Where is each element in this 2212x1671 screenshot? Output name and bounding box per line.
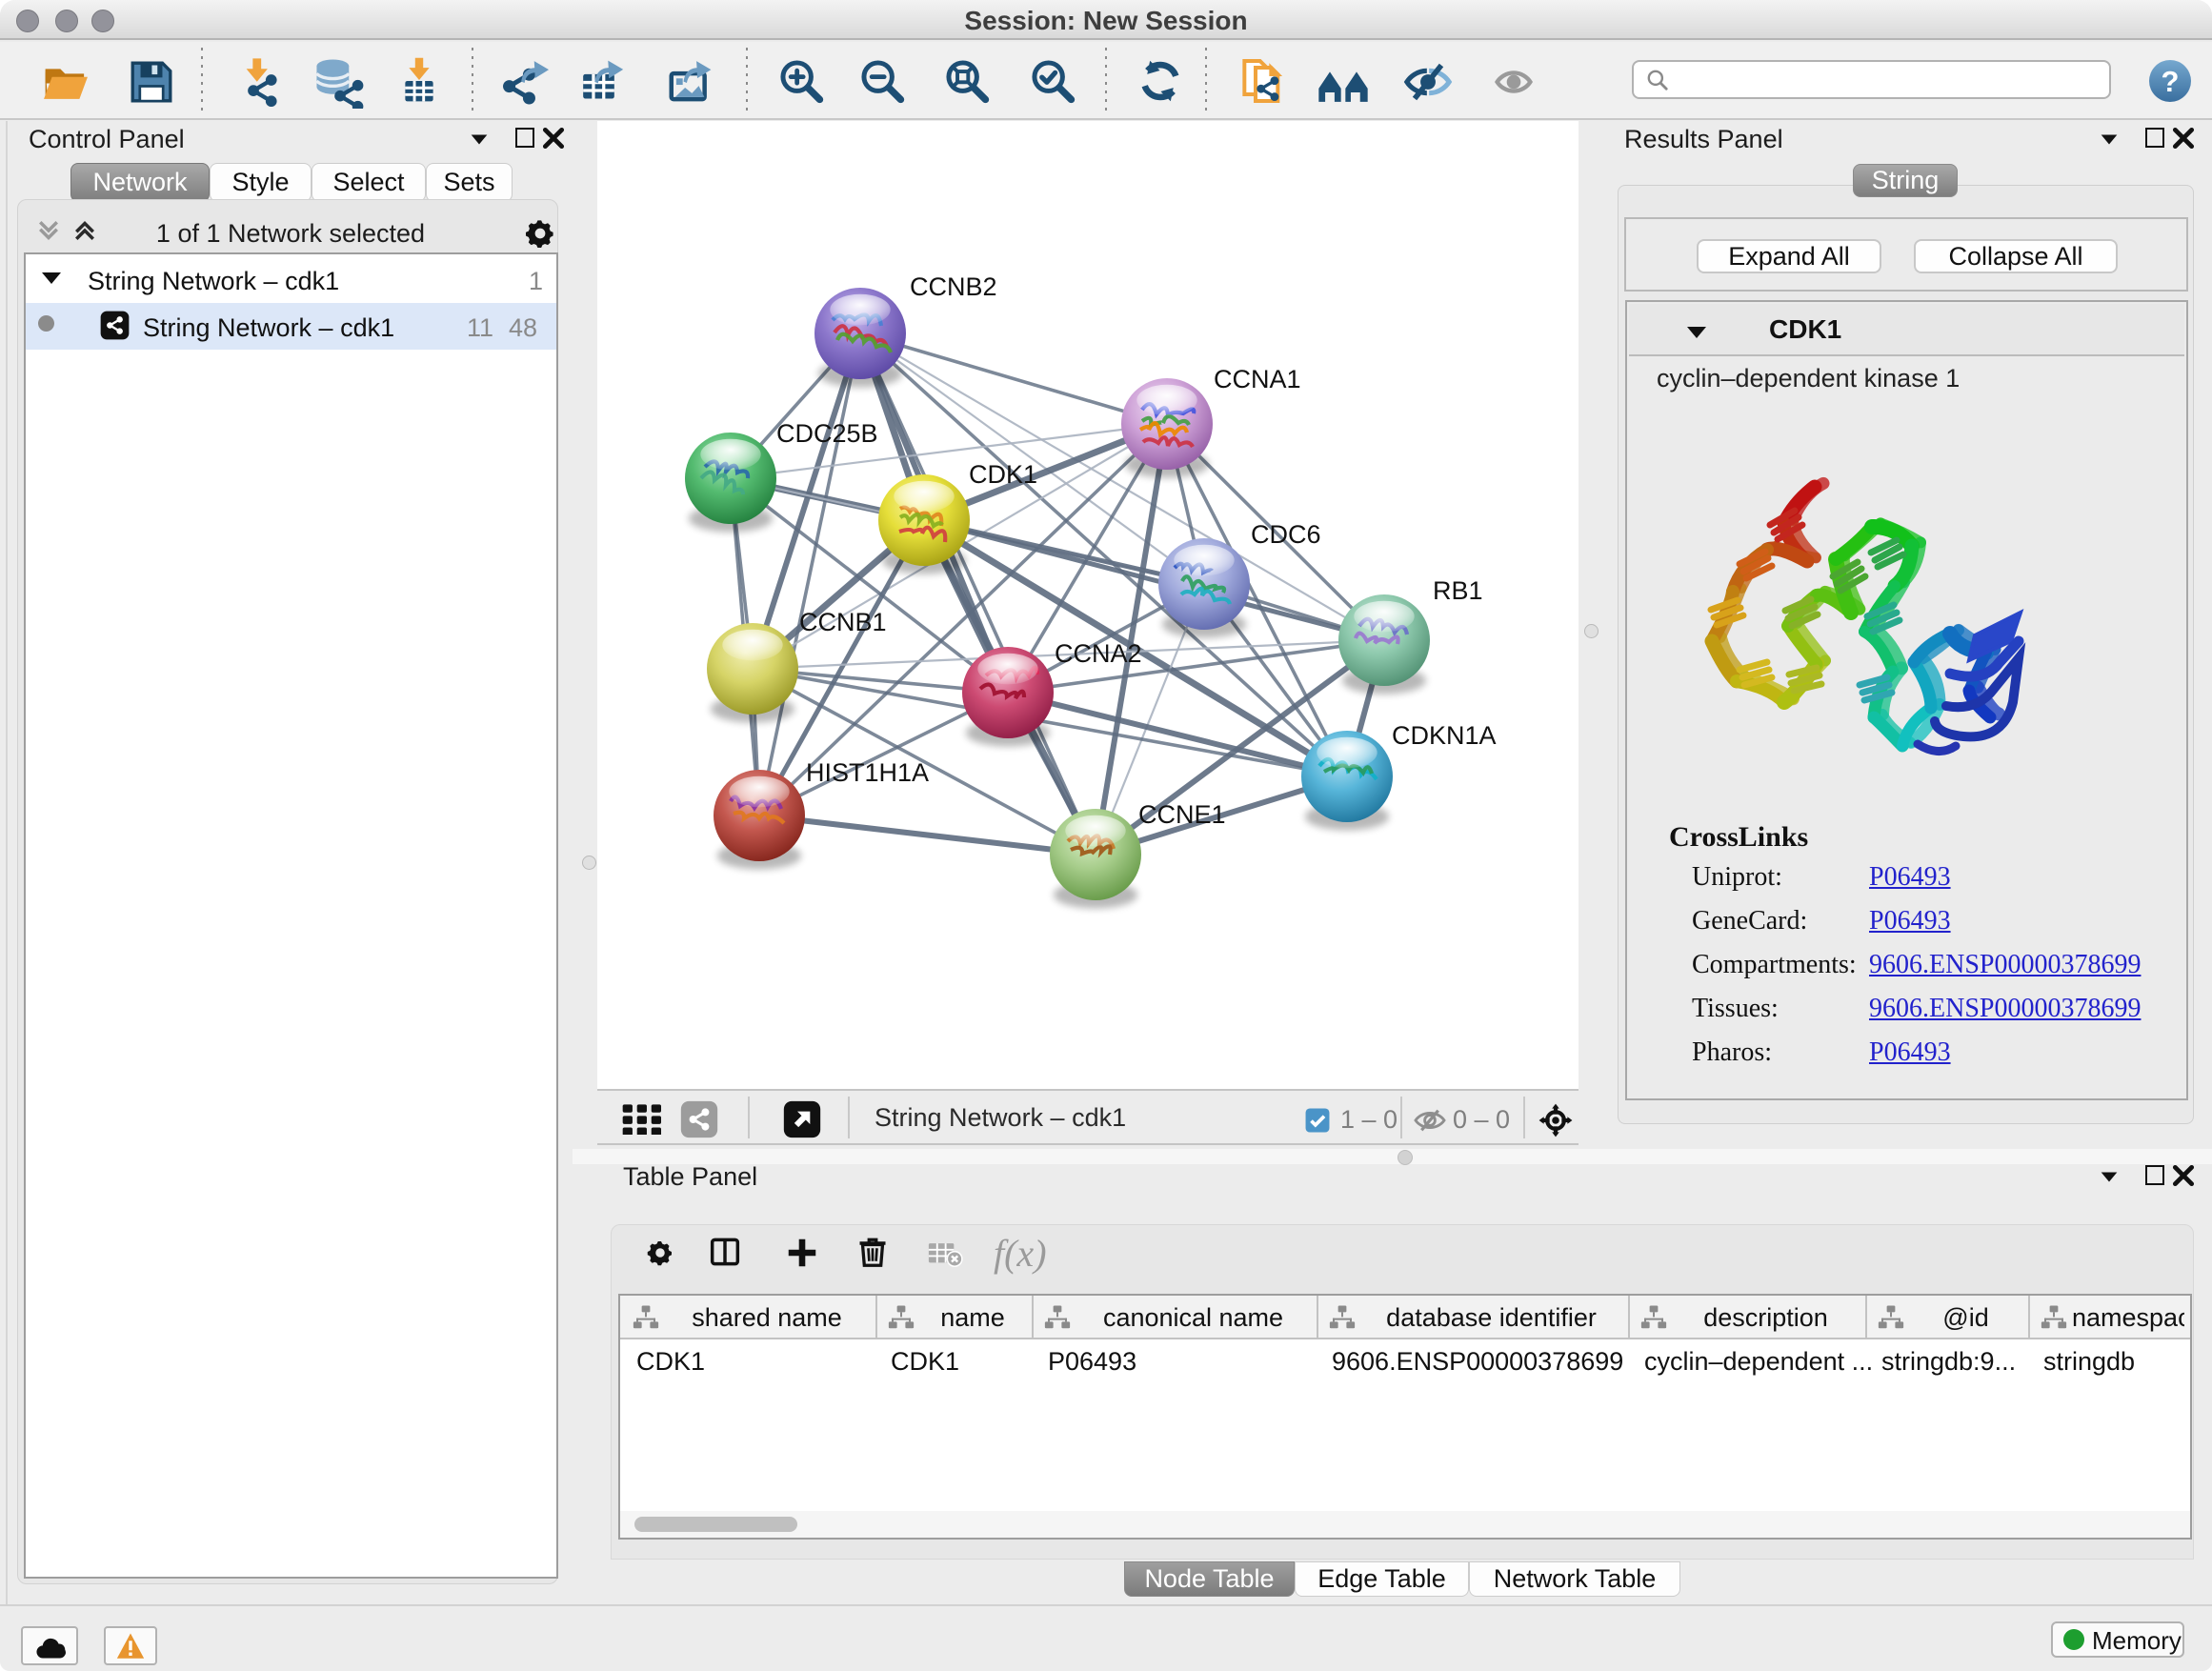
- svg-text:CDKN1A: CDKN1A: [1392, 721, 1497, 750]
- svg-text:RB1: RB1: [1433, 576, 1483, 605]
- svg-text:CCNB1: CCNB1: [799, 608, 887, 636]
- svg-text:CCNB2: CCNB2: [910, 272, 997, 301]
- svg-text:?: ?: [2162, 65, 2180, 98]
- svg-text:CCNA1: CCNA1: [1214, 365, 1301, 393]
- svg-text:CDC25B: CDC25B: [776, 419, 878, 448]
- svg-text:CCNA2: CCNA2: [1055, 639, 1142, 668]
- svg-text:CDK1: CDK1: [969, 460, 1037, 489]
- svg-text:HIST1H1A: HIST1H1A: [806, 758, 929, 787]
- svg-text:CCNE1: CCNE1: [1138, 800, 1226, 829]
- svg-text:CDC6: CDC6: [1251, 520, 1321, 549]
